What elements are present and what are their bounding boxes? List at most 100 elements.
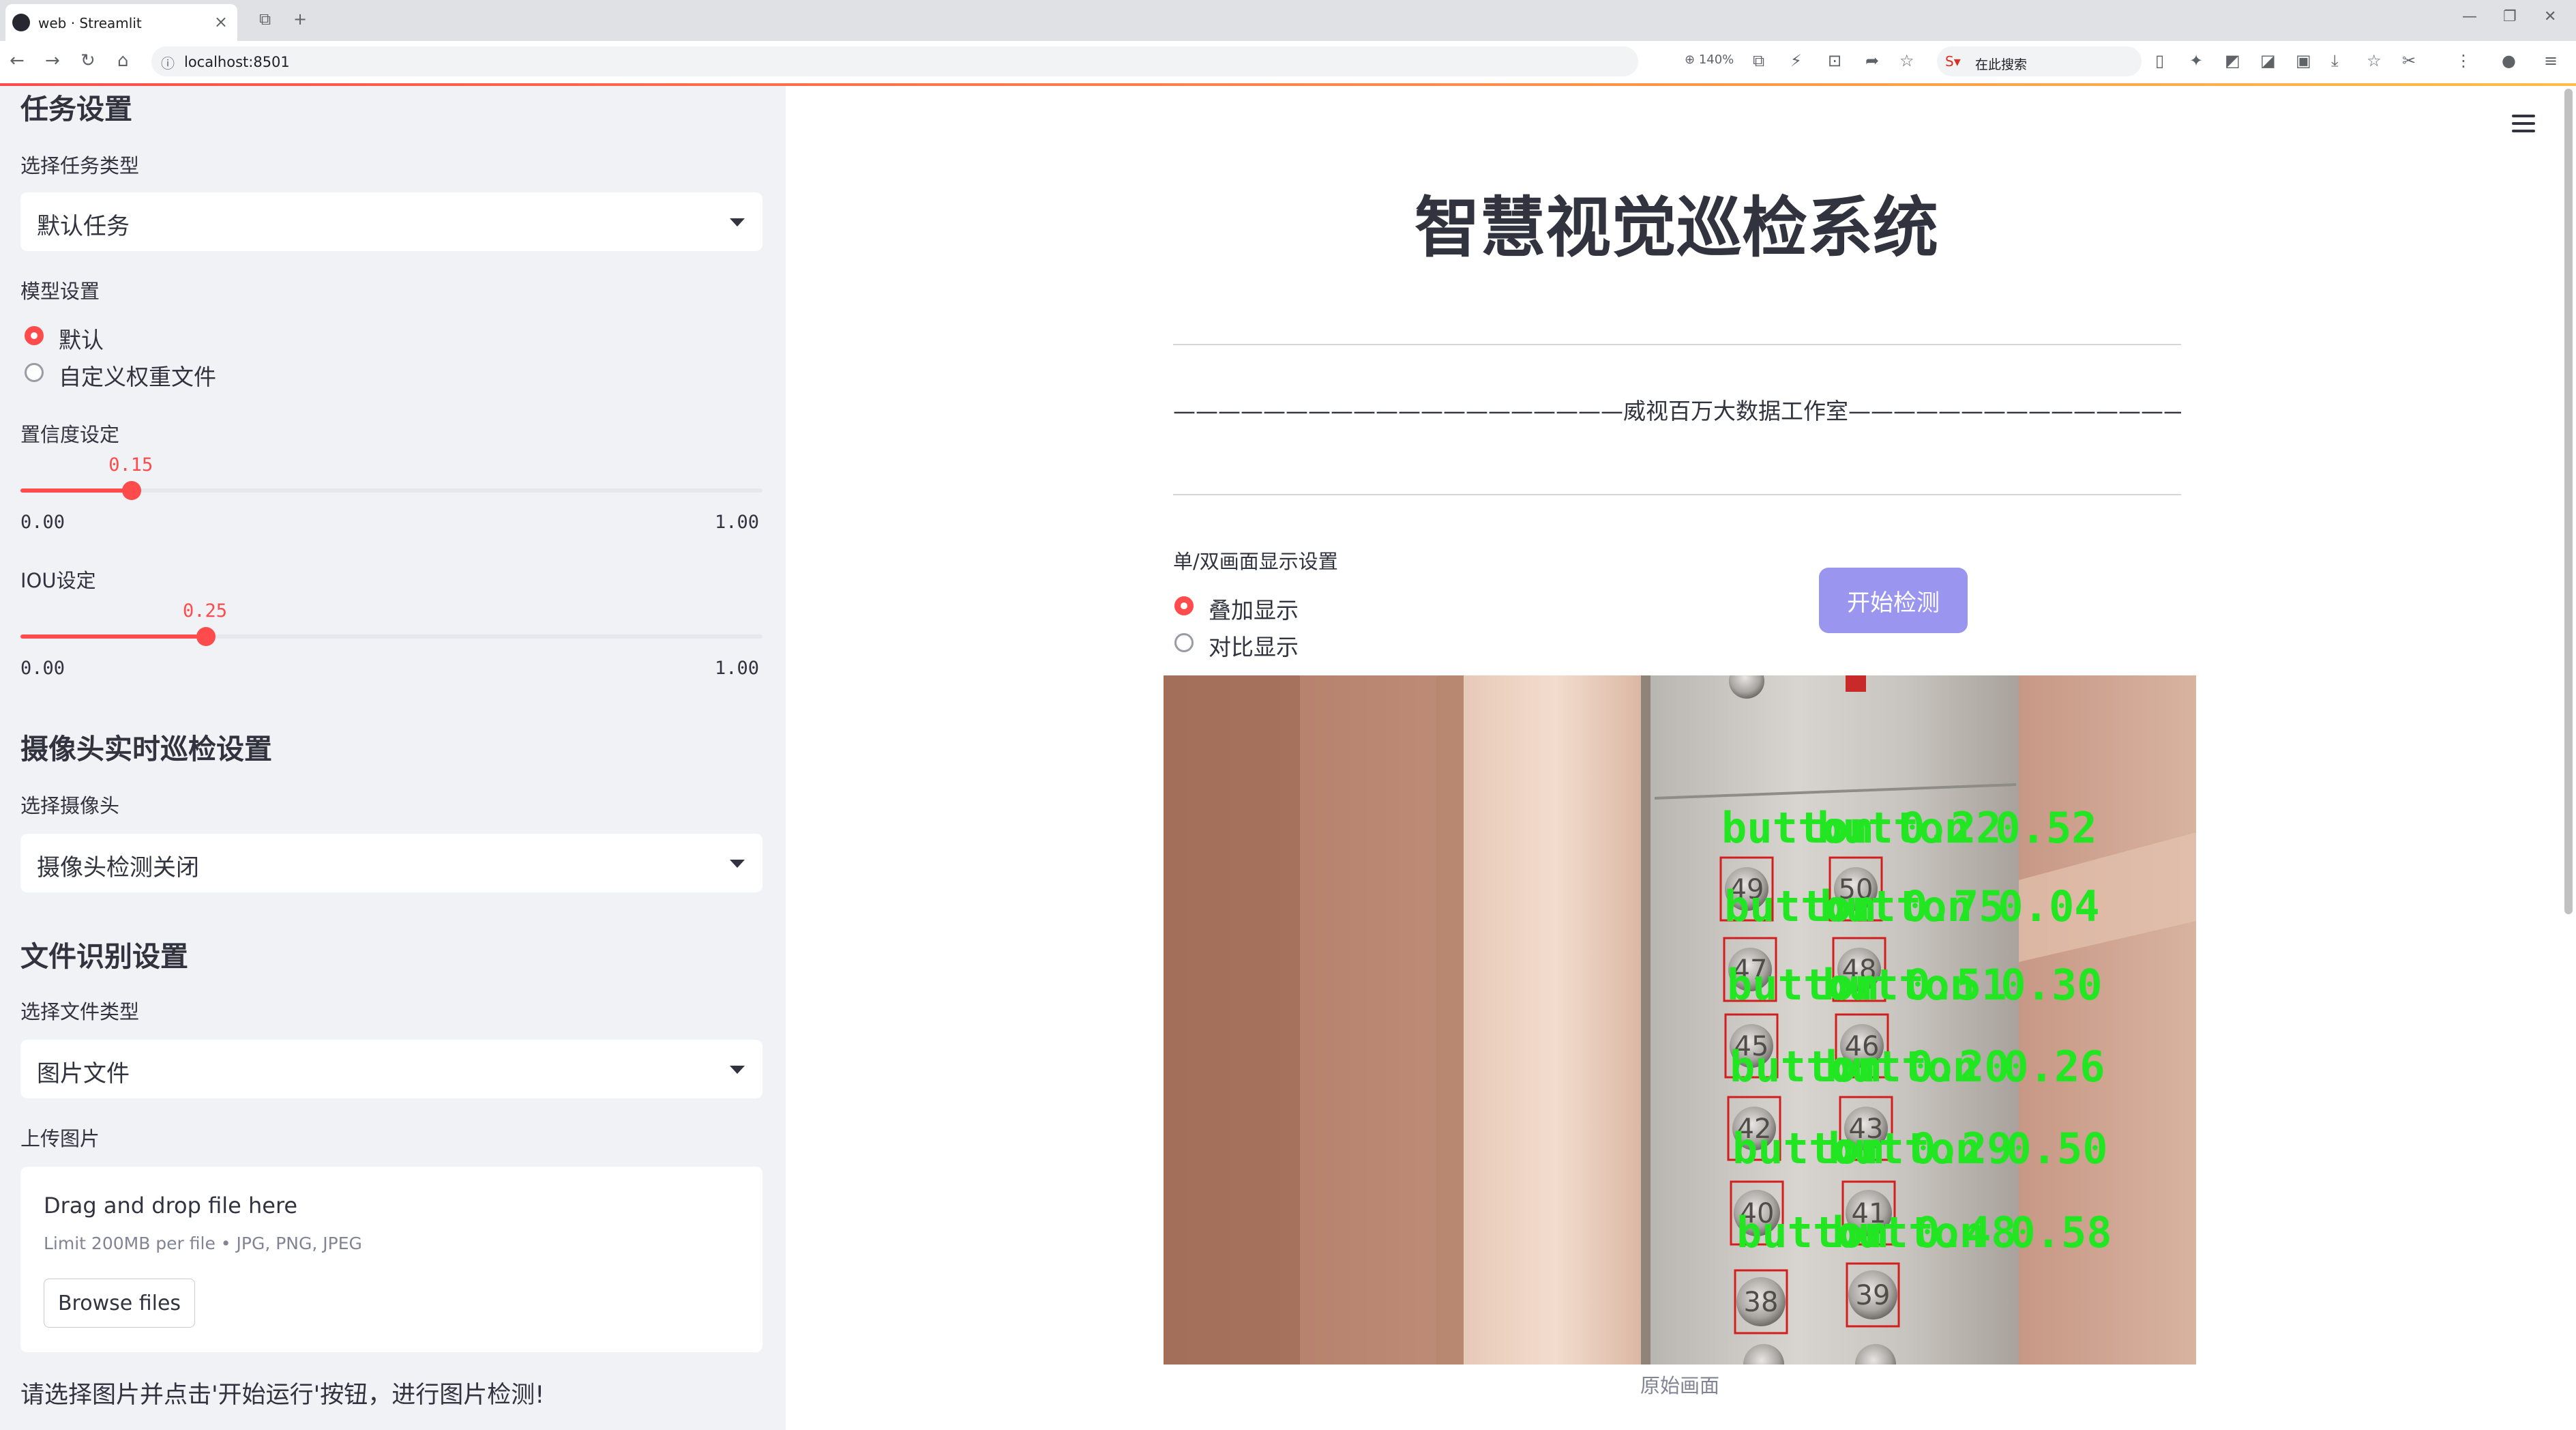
file-type-value: 图片文件	[37, 1060, 130, 1088]
dropzone-limit: Limit 200MB per file • JPG, PNG, JPEG	[44, 1234, 362, 1253]
translate-icon[interactable]: ⧉	[1753, 51, 1764, 70]
iou-slider[interactable]	[20, 627, 763, 646]
close-tab-icon[interactable]: ×	[214, 12, 228, 31]
extension-icon[interactable]: ◪	[2260, 51, 2276, 70]
zoom-value: 140%	[1698, 53, 1734, 67]
task-settings-heading: 任务设置	[20, 93, 132, 126]
browser-search-box[interactable]: S▾ 在此搜索	[1937, 46, 2142, 76]
sidebar: 任务设置 选择任务类型 默认任务 模型设置 默认 自定义权重文件 置信度设定 0…	[0, 86, 786, 1430]
detection-label: button 0.52	[1817, 803, 2097, 853]
detection-label: button 0.26	[1825, 1042, 2105, 1092]
iou-slider-handle[interactable]	[196, 627, 216, 646]
model-default-label: 默认	[59, 327, 104, 353]
file-dropzone[interactable]: Drag and drop file here Limit 200MB per …	[20, 1167, 763, 1352]
chevron-down-icon	[730, 218, 745, 227]
confidence-value: 0.15	[108, 454, 153, 476]
task-type-select[interactable]: 默认任务	[20, 192, 763, 251]
app-menu-icon[interactable]	[2512, 115, 2535, 137]
start-detection-button[interactable]: 开始检测	[1819, 568, 1968, 633]
home-icon[interactable]: ⌂	[117, 50, 129, 71]
confidence-slider-handle[interactable]	[122, 481, 142, 500]
address-bar[interactable]: ⓘ localhost:8501	[151, 46, 1638, 76]
divider	[1173, 494, 2181, 495]
zoom-indicator[interactable]: ⊕ 140%	[1685, 53, 1734, 67]
favorites-icon[interactable]: ☆	[2367, 51, 2382, 70]
browser-tab[interactable]: web · Streamlit ×	[5, 4, 237, 41]
image-caption: 原始画面	[1640, 1374, 1719, 1397]
screenshot-icon[interactable]: ⊡	[1828, 51, 1841, 70]
search-engine-icon[interactable]: S▾	[1945, 53, 1961, 70]
display-compare-label: 对比显示	[1209, 634, 1299, 660]
reload-icon[interactable]: ↻	[80, 50, 95, 71]
browser-tab-bar: web · Streamlit × ⧉ + — ❐ ✕	[0, 0, 2576, 41]
more-menu-icon[interactable]: ⋮	[2455, 51, 2472, 70]
display-overlay-radio[interactable]	[1174, 596, 1194, 615]
model-default-radio[interactable]	[25, 326, 44, 345]
bookmark-star-icon[interactable]: ☆	[1899, 51, 1914, 70]
panel-number-39: 39	[1856, 1280, 1891, 1311]
detection-label: button 0.50	[1828, 1124, 2108, 1173]
flash-icon[interactable]: ⚡	[1790, 51, 1802, 70]
detection-label: button 0.58	[1832, 1208, 2112, 1257]
main-content: 智慧视觉巡检系统 ————————————————————威视百万大数据工作室—…	[786, 86, 2576, 1430]
divider	[1173, 344, 2181, 345]
streamlit-favicon-icon	[12, 14, 30, 31]
site-info-icon[interactable]: ⓘ	[161, 53, 175, 72]
phone-icon[interactable]: ▯	[2155, 51, 2164, 70]
browser-nav-bar: ← → ↻ ⌂ ⓘ localhost:8501 ⊕ 140% ⧉ ⚡ ⊡ ➦ …	[0, 41, 2576, 84]
extension-icon[interactable]: ▣	[2296, 51, 2311, 70]
chevron-down-icon	[730, 1066, 745, 1074]
model-custom-label: 自定义权重文件	[59, 364, 216, 390]
iou-label: IOU设定	[20, 569, 96, 592]
panel-number-38: 38	[1744, 1287, 1779, 1318]
scrollbar[interactable]	[2564, 89, 2573, 914]
task-type-value: 默认任务	[37, 213, 130, 240]
back-icon[interactable]: ←	[10, 50, 25, 71]
profile-avatar-icon[interactable]: ●	[2502, 51, 2516, 70]
sidebar-instruction: 请选择图片并点击'开始运行'按钮，进行图片检测!	[20, 1382, 545, 1409]
camera-settings-heading: 摄像头实时巡检设置	[20, 733, 272, 765]
tab-title: web · Streamlit	[38, 15, 142, 31]
elevator-panel-image: 49 5047 4845 4642 4340 4138 39 button 0.22butt…	[1164, 675, 2196, 1365]
detection-label: button 0.04	[1820, 881, 2100, 931]
confidence-max: 1.00	[715, 512, 760, 533]
confidence-label: 置信度设定	[20, 423, 120, 446]
confidence-slider-fill	[20, 488, 132, 493]
browse-files-button[interactable]: Browse files	[44, 1279, 195, 1328]
download-icon[interactable]: ⤓	[2331, 51, 2339, 70]
dropzone-text: Drag and drop file here	[44, 1193, 298, 1219]
model-settings-label: 模型设置	[20, 280, 100, 303]
studio-banner: ————————————————————威视百万大数据工作室——————————…	[1173, 398, 2181, 424]
display-mode-label: 单/双画面显示设置	[1173, 550, 1338, 573]
page-title: 智慧视觉巡检系统	[1415, 190, 1938, 266]
camera-select[interactable]: 摄像头检测关闭	[20, 834, 763, 892]
display-overlay-label: 叠加显示	[1209, 597, 1299, 624]
chevron-down-icon	[730, 860, 745, 868]
scissors-icon[interactable]: ✂	[2402, 51, 2416, 70]
detection-image: 49 50 47 48 45 46 42 43 40 41 38 39 button 0.22 butt…	[1164, 675, 2196, 1365]
browser-menu-icon[interactable]: ≡	[2544, 51, 2558, 70]
restore-icon[interactable]: ❐	[2503, 8, 2517, 25]
forward-icon[interactable]: →	[45, 50, 60, 71]
share-icon[interactable]: ➦	[1865, 51, 1879, 70]
new-tab-icon[interactable]: +	[293, 10, 307, 29]
confidence-min: 0.00	[20, 512, 65, 533]
file-type-select[interactable]: 图片文件	[20, 1040, 763, 1098]
url-text: localhost:8501	[184, 54, 290, 70]
tab-groups-icon[interactable]: ⧉	[259, 10, 271, 29]
task-type-label: 选择任务类型	[20, 154, 140, 177]
upload-label: 上传图片	[20, 1127, 100, 1150]
display-compare-radio[interactable]	[1174, 633, 1194, 652]
file-type-label: 选择文件类型	[20, 1000, 140, 1023]
minimize-icon[interactable]: —	[2462, 8, 2477, 25]
search-placeholder: 在此搜索	[1975, 57, 2028, 72]
detection-label: button 0.30	[1822, 960, 2103, 1010]
close-window-icon[interactable]: ✕	[2544, 8, 2556, 25]
model-custom-radio[interactable]	[25, 363, 44, 382]
iou-min: 0.00	[20, 658, 65, 679]
camera-select-label: 选择摄像头	[20, 794, 120, 817]
iou-value: 0.25	[183, 600, 228, 622]
extension-icon[interactable]: ◩	[2225, 51, 2240, 70]
extension-icon[interactable]: ✦	[2189, 51, 2203, 70]
confidence-slider[interactable]	[20, 481, 763, 500]
